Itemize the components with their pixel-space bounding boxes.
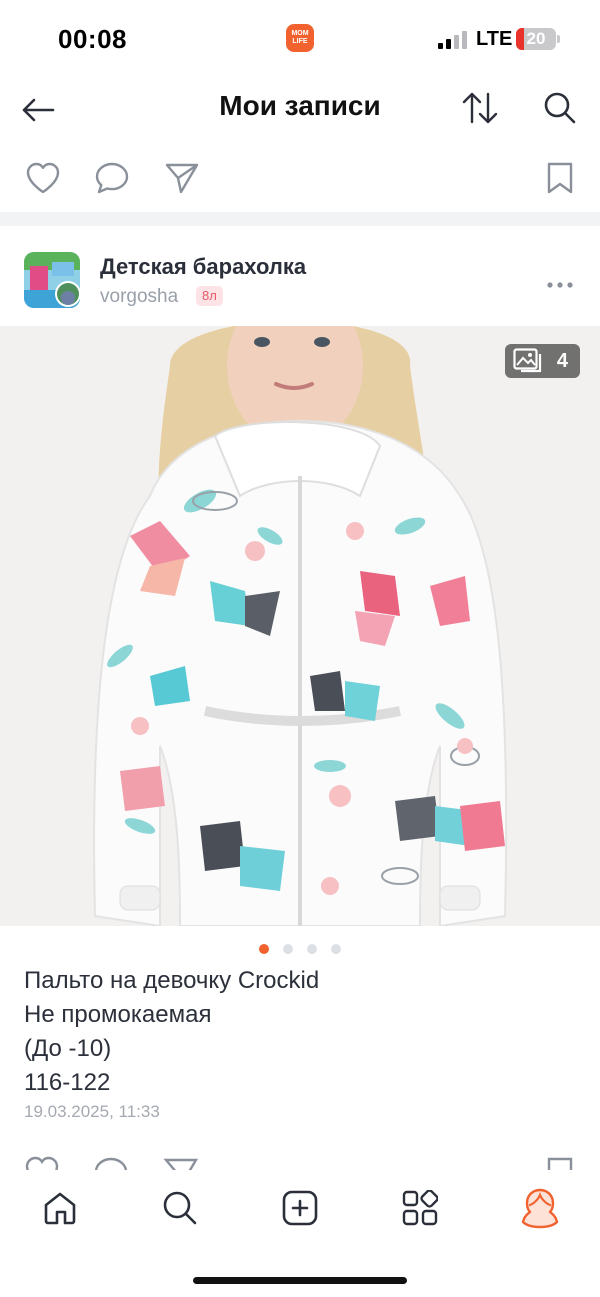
post-caption: Пальто на девочку Crockid Не промокаемая… <box>24 964 584 1100</box>
post-photo[interactable]: 4 <box>0 326 600 926</box>
caption-line: (До -10) <box>24 1035 112 1062</box>
post-actions-peek <box>0 1152 600 1172</box>
apps-grid-icon[interactable] <box>400 1188 440 1228</box>
nav-header: Мои записи <box>0 78 600 138</box>
carousel-dot[interactable] <box>307 944 317 954</box>
post-actions-previous <box>0 148 600 208</box>
mom-life-app-icon: MOM LIFE <box>286 24 314 52</box>
tab-bar <box>0 1170 600 1250</box>
sort-arrows-icon[interactable] <box>460 88 500 128</box>
coat-photo-illustration <box>0 326 600 926</box>
search-icon[interactable] <box>540 88 580 128</box>
search-icon[interactable] <box>160 1188 200 1228</box>
send-icon[interactable] <box>163 160 201 196</box>
battery-level: 20 <box>526 29 546 48</box>
comment-bubble-icon[interactable] <box>93 160 131 196</box>
author-name[interactable]: vorgosha <box>100 286 178 308</box>
battery-icon: 20 <box>516 28 556 50</box>
post-date: 19.03.2025, 11:33 <box>24 1102 160 1121</box>
photo-count-badge: 4 <box>504 344 580 378</box>
feed-divider <box>0 212 600 226</box>
home-indicator <box>193 1277 407 1284</box>
page-title: Мои записи <box>219 90 381 121</box>
group-name[interactable]: Детская барахолка <box>100 254 306 280</box>
photo-gallery-icon <box>513 348 541 373</box>
group-avatar[interactable] <box>24 252 80 308</box>
caption-line: 116-122 <box>24 1069 111 1096</box>
profile-avatar-icon[interactable] <box>518 1186 562 1230</box>
caption-line: Не промокаемая <box>24 1001 212 1028</box>
heart-icon[interactable] <box>24 160 62 196</box>
status-bar: 00:08 MOM LIFE LTE 20 <box>0 0 600 78</box>
carousel-dot[interactable] <box>331 944 341 954</box>
carousel-indicator[interactable] <box>0 944 600 956</box>
status-time: 00:08 <box>58 24 127 54</box>
plus-square-icon[interactable] <box>280 1188 320 1228</box>
cell-signal-icon <box>438 31 468 49</box>
post-header: Детская барахолка vorgosha 8л <box>0 226 600 326</box>
author-level-badge: 8л <box>196 286 223 306</box>
network-type: LTE <box>476 28 513 50</box>
caption-line: Пальто на девочку Crockid <box>24 967 320 994</box>
photo-count: 4 <box>556 349 568 372</box>
bookmark-icon[interactable] <box>542 160 578 196</box>
battery-tip <box>557 35 560 43</box>
more-dots-icon[interactable] <box>546 276 574 294</box>
carousel-dot[interactable] <box>259 944 269 954</box>
carousel-dot[interactable] <box>283 944 293 954</box>
home-icon[interactable] <box>40 1188 80 1228</box>
